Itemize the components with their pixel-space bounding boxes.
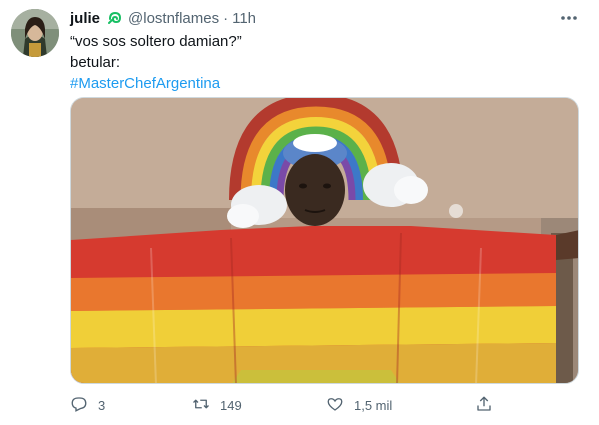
share-icon [475,395,493,416]
tweet-line-2: betular: [70,54,121,71]
tweet-actions: 3 149 1,5 mil [70,394,510,416]
like-count: 1,5 mil [354,397,393,413]
avatar-image [11,9,59,57]
separator-dot: · [223,9,229,27]
reply-button[interactable]: 3 [70,394,105,416]
reply-icon [70,395,88,416]
avatar[interactable] [11,9,59,57]
user-handle[interactable]: @lostnflames [128,10,219,27]
tweet-header: julie @lostnflames · 11h [70,8,256,28]
tweet-text: “vos sos soltero damian?” betular: #Master… [70,31,570,94]
tweet-line-1: “vos sos soltero damian?” [70,33,242,50]
photo-image [71,98,578,383]
timestamp[interactable]: 11h [232,10,256,27]
retweet-button[interactable]: 149 [192,394,242,416]
tweet[interactable]: julie @lostnflames · 11h “vos sos solter… [0,0,599,425]
retweet-icon [192,395,210,416]
tweet-media-photo[interactable] [70,97,579,384]
like-button[interactable]: 1,5 mil [326,394,392,416]
display-name[interactable]: julie [70,10,100,27]
share-button[interactable] [475,394,493,416]
like-icon [326,395,344,416]
hashtag-link[interactable]: #MasterChefArgentina [70,73,570,94]
retweet-count: 149 [220,397,242,413]
more-icon[interactable] [559,10,579,26]
badge-icon [106,9,124,27]
reply-count: 3 [98,397,106,413]
